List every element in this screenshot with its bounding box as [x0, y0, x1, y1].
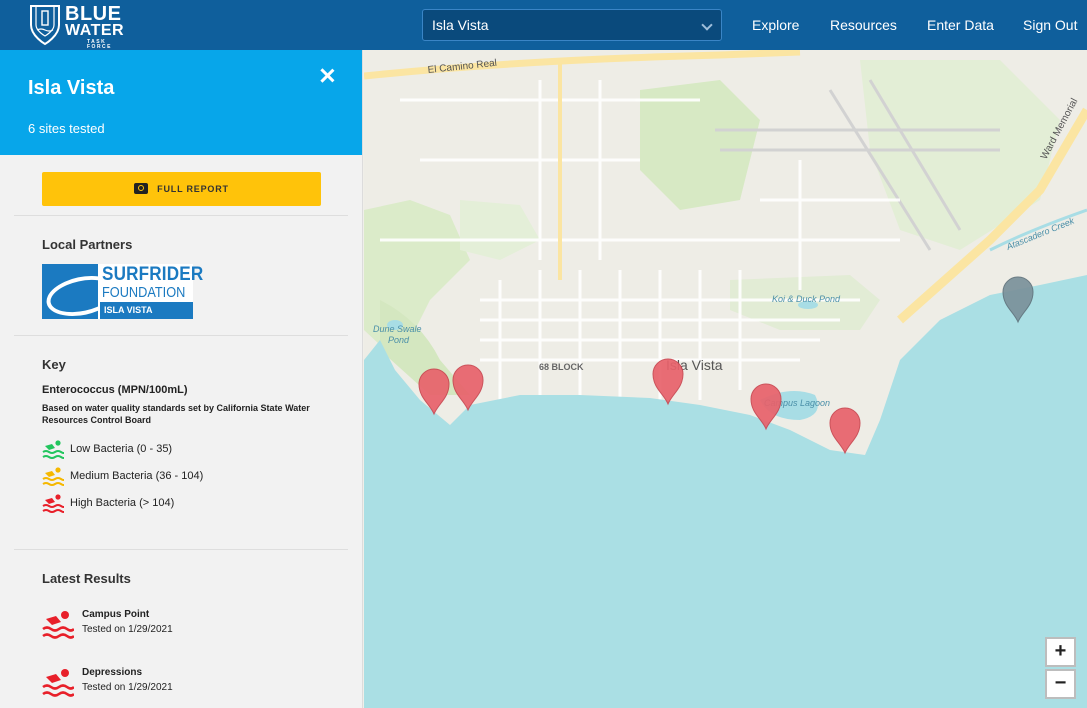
local-partners-heading: Local Partners [42, 237, 133, 252]
result-tested-date: Tested on 1/29/2021 [82, 624, 173, 635]
location-dropdown[interactable]: Isla Vista [422, 9, 722, 41]
result-tested-date: Tested on 1/29/2021 [82, 682, 173, 693]
blue-water-logo[interactable]: BLUE WATER TASK FORCE [28, 3, 124, 50]
result-site-name: Depressions [82, 667, 143, 678]
map-label-68-block: 68 BLOCK [539, 362, 584, 372]
swimmer-red-icon [42, 494, 64, 513]
surfrider-foundation-logo[interactable]: SURFRIDER FOUNDATION ISLA VISTA [42, 264, 203, 319]
location-dropdown-value: Isla Vista [432, 17, 489, 33]
chevron-down-icon [701, 19, 713, 31]
panel-header: Isla Vista 6 sites tested [0, 50, 362, 155]
nav-explore[interactable]: Explore [752, 0, 799, 50]
map-label-koi-duck-pond: Koi & Duck Pond [772, 294, 841, 304]
shield-icon [30, 5, 60, 46]
partner-logo-line2: FOUNDATION [102, 284, 186, 301]
map-label-dune-swale: Dune Swale [373, 324, 422, 334]
divider [14, 335, 348, 336]
wave-icon [42, 264, 98, 319]
swimmer-green-icon [42, 440, 64, 459]
zoom-out-button[interactable]: − [1045, 669, 1076, 699]
logo-text-blue: BLUE [65, 3, 122, 25]
key-note: Based on water quality standards set by … [42, 403, 310, 425]
nav-sign-out[interactable]: Sign Out [1023, 0, 1077, 50]
nav-resources[interactable]: Resources [830, 0, 897, 50]
top-navigation-bar: BLUE WATER TASK FORCE Isla Vista Explore… [0, 0, 1087, 50]
swimmer-red-icon [42, 611, 74, 639]
partner-logo-line3: ISLA VISTA [100, 302, 193, 319]
key-heading: Key [42, 357, 66, 372]
map-label-pond: Pond [388, 335, 410, 345]
nav-enter-data[interactable]: Enter Data [927, 0, 994, 50]
sites-tested-count: 6 sites tested [28, 121, 105, 136]
key-item-low-label: Low Bacteria (0 - 35) [70, 443, 173, 455]
search-icon [134, 183, 149, 195]
swimmer-red-icon [42, 669, 74, 697]
key-item-high-label: High Bacteria (> 104) [70, 497, 175, 509]
swimmer-yellow-icon [42, 467, 64, 486]
key-measure: Enterococcus (MPN/100mL) [42, 384, 188, 396]
partner-logo-line1: SURFRIDER [102, 264, 204, 285]
logo-text-water: WATER [65, 22, 125, 39]
map-canvas[interactable]: El Camino Real Ward Memorial Atascadero … [364, 50, 1087, 708]
result-site-name: Campus Point [82, 609, 150, 620]
divider [14, 549, 348, 550]
divider [14, 215, 348, 216]
logo-text-task-force: TASK FORCE [87, 39, 112, 50]
full-report-button[interactable]: FULL REPORT [42, 172, 321, 206]
panel-title: Isla Vista [28, 77, 115, 99]
latest-results-heading: Latest Results [42, 571, 131, 586]
site-details-panel: Isla Vista 6 sites tested FULL REPORT Lo… [0, 50, 363, 708]
key-item-medium-label: Medium Bacteria (36 - 104) [70, 470, 204, 482]
full-report-label: FULL REPORT [157, 184, 229, 194]
close-icon[interactable] [317, 66, 337, 86]
map-svg: El Camino Real Ward Memorial Atascadero … [364, 50, 1087, 708]
zoom-in-button[interactable]: + [1045, 637, 1076, 667]
